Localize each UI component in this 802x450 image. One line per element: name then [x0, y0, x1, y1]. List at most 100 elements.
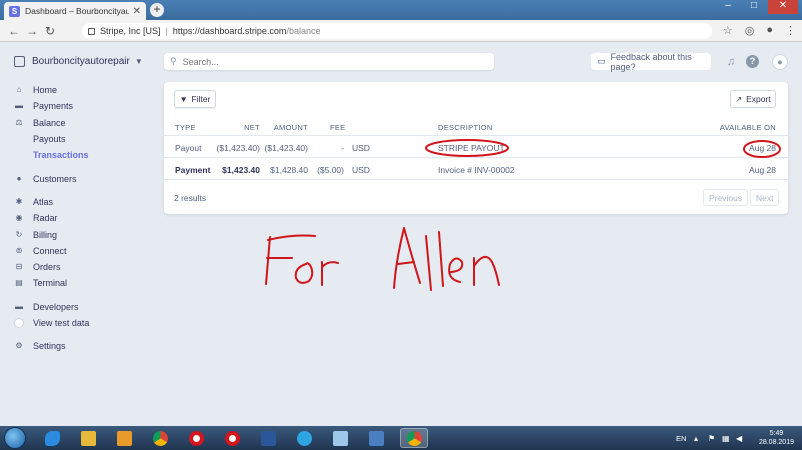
search-input[interactable] — [182, 56, 463, 67]
close-tab-icon[interactable]: ✕ — [133, 6, 141, 17]
sidebar-item-balance[interactable]: ⚖ Balance — [14, 115, 154, 131]
taskbar-opera-icon[interactable] — [182, 428, 210, 448]
chevron-down-icon: ▼ — [134, 57, 143, 66]
url-host: https://dashboard.stripe.com — [172, 26, 287, 36]
handwriting-letter-l — [425, 235, 432, 291]
bookmark-star-icon[interactable]: ☆ — [723, 24, 733, 37]
url-org: Stripe, Inc [US] — [100, 26, 161, 36]
sidebar-item-connect[interactable]: ⊚ Connect — [14, 243, 154, 259]
filter-icon: ▼ — [179, 94, 188, 104]
results-count: 2 results — [174, 193, 207, 203]
sidebar-item-payments[interactable]: ▬ Payments — [14, 98, 154, 114]
cell-fee: ($5.00) — [317, 165, 344, 175]
column-header-description[interactable]: DESCRIPTION — [438, 123, 493, 132]
export-button[interactable]: ↗ Export — [730, 90, 776, 108]
sidebar-item-billing[interactable]: ↻ Billing — [14, 226, 154, 242]
sidebar-item-home[interactable]: ⌂ Home — [14, 82, 154, 98]
billing-icon: ↻ — [15, 229, 23, 239]
language-indicator[interactable]: EN — [676, 434, 686, 443]
sidebar-item-settings[interactable]: ⚙ Settings — [14, 338, 154, 354]
taskbar-ie-icon[interactable] — [38, 428, 66, 448]
start-button[interactable] — [4, 427, 26, 449]
tray-volume-icon[interactable]: ◀ — [736, 434, 742, 443]
sidebar-item-radar[interactable]: ◉ Radar — [14, 210, 154, 226]
toggle-switch[interactable] — [14, 318, 24, 328]
balance-icon: ⚖ — [15, 117, 23, 127]
help-icon[interactable]: ? — [746, 55, 759, 68]
avatar[interactable]: ● — [772, 54, 788, 70]
column-header-amount[interactable]: AMOUNT — [262, 123, 308, 132]
sidebar-item-orders[interactable]: ⊟ Orders — [14, 259, 154, 275]
tray-expand-icon[interactable]: ▴ — [694, 434, 698, 443]
taskbar-telegram-icon[interactable] — [290, 428, 318, 448]
taskbar-explorer-icon[interactable] — [74, 428, 102, 448]
taskbar-word-icon[interactable] — [254, 428, 282, 448]
terminal-icon: ▤ — [15, 278, 23, 288]
url-path: /balance — [286, 26, 321, 36]
tray-network-icon[interactable]: ▦ — [722, 434, 730, 443]
column-header-available-on[interactable]: AVAILABLE ON — [704, 123, 776, 132]
forward-icon[interactable]: → — [23, 24, 41, 38]
browser-tab[interactable]: S Dashboard – Bourboncityautorepair ✕ — [4, 2, 146, 20]
maximize-window-button[interactable]: □ — [742, 0, 766, 14]
lock-icon — [88, 27, 95, 35]
column-header-net[interactable]: NET — [220, 123, 260, 132]
radar-icon: ◉ — [15, 213, 23, 223]
table-row[interactable]: Payout ($1,423.40) ($1,423.40) - USD STR… — [164, 137, 788, 158]
close-window-button[interactable]: ✕ — [768, 0, 798, 14]
cell-available-on: Aug 28 — [749, 143, 776, 153]
customers-icon: ● — [16, 173, 22, 183]
next-page-button[interactable]: Next — [750, 189, 780, 206]
search-icon: ⚲ — [170, 56, 177, 66]
extension-icon[interactable]: ◎ — [745, 24, 755, 37]
orders-icon: ⊟ — [15, 262, 23, 272]
url-field[interactable]: Stripe, Inc [US] | https://dashboard.str… — [82, 23, 712, 39]
sidebar-item-transactions[interactable]: Transactions — [14, 147, 154, 163]
reload-icon[interactable]: ↻ — [41, 24, 59, 38]
handwriting-letter-r — [321, 261, 339, 286]
cell-currency: USD — [352, 165, 370, 175]
account-switcher[interactable]: Bourboncityautorepair ▼ — [14, 56, 143, 67]
taskbar-network-icon[interactable] — [362, 428, 390, 448]
column-header-type[interactable]: TYPE — [175, 123, 196, 132]
cell-currency: USD — [352, 143, 370, 153]
cell-description: STRIPE PAYOUT — [438, 143, 505, 153]
cell-description: Invoice # INV-00002 — [438, 165, 515, 175]
feedback-label: Feedback about this page? — [610, 51, 692, 72]
sidebar-item-developers[interactable]: ▬ Developers — [14, 299, 154, 315]
cell-available-on: Aug 28 — [749, 165, 776, 175]
feedback-button[interactable]: ▭ Feedback about this page? — [591, 51, 711, 72]
table-header: TYPE NET AMOUNT FEE DESCRIPTION AVAILABL… — [164, 118, 788, 136]
cell-net: ($1,423.40) — [216, 143, 260, 153]
search-box[interactable]: ⚲ — [164, 53, 494, 70]
payments-icon: ▬ — [15, 101, 23, 111]
back-icon[interactable]: ← — [5, 24, 23, 38]
taskbar-chrome-active-icon[interactable] — [400, 428, 428, 448]
filter-button[interactable]: ▼ Filter — [174, 90, 216, 108]
tab-title: Dashboard – Bourboncityautorepair — [25, 6, 129, 16]
menu-icon[interactable]: ⋮ — [785, 24, 796, 37]
taskbar-chrome-icon[interactable] — [146, 428, 174, 448]
previous-page-button[interactable]: Previous — [703, 189, 749, 206]
notifications-bell-icon[interactable]: ♫ — [724, 55, 738, 69]
new-tab-button[interactable]: + — [150, 3, 164, 17]
minimize-window-button[interactable]: – — [716, 0, 740, 14]
sidebar-item-customers[interactable]: ● Customers — [14, 170, 154, 186]
table-row[interactable]: Payment $1,423.40 $1,428.40 ($5.00) USD … — [164, 159, 788, 180]
sidebar-item-terminal[interactable]: ▤ Terminal — [14, 275, 154, 291]
connect-icon: ⊚ — [15, 245, 23, 255]
taskbar-media-player-icon[interactable] — [110, 428, 138, 448]
export-arrow-icon: ↗ — [735, 94, 743, 104]
profile-icon[interactable]: ● — [766, 24, 773, 37]
taskbar-opera-2-icon[interactable] — [218, 428, 246, 448]
tray-flag-icon[interactable]: ⚑ — [708, 434, 715, 443]
handwriting-letter-l — [438, 231, 444, 287]
view-test-data-toggle[interactable]: View test data — [14, 315, 154, 331]
clock[interactable]: 5:49 28.08.2019 — [759, 429, 794, 447]
column-header-fee[interactable]: FEE — [330, 123, 346, 132]
sidebar-item-payouts[interactable]: Payouts — [14, 131, 154, 147]
sidebar-item-atlas[interactable]: ✱ Atlas — [14, 194, 154, 210]
handwriting-letter-A — [393, 227, 421, 289]
cell-amount: ($1,423.40) — [264, 143, 308, 153]
taskbar-notes-icon[interactable] — [326, 428, 354, 448]
